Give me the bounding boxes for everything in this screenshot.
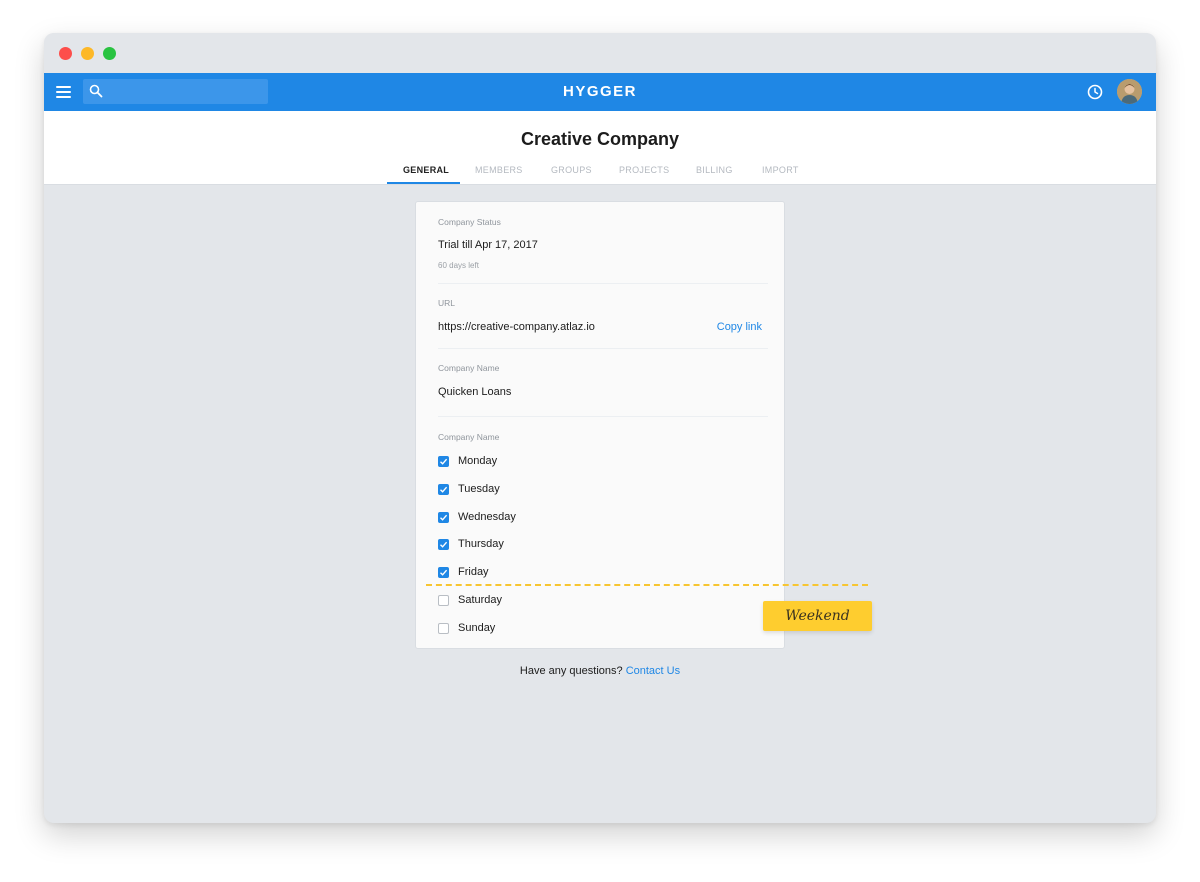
day-label: Thursday: [458, 538, 504, 550]
top-navigation-bar: HYGGER: [44, 73, 1156, 111]
status-label: Company Status: [438, 217, 501, 227]
company-name-label: Company Name: [438, 363, 500, 373]
company-url: https://creative-company.atlaz.io: [438, 321, 595, 333]
day-label: Tuesday: [458, 483, 500, 495]
day-label: Wednesday: [458, 511, 516, 523]
minimize-window-button[interactable]: [81, 47, 94, 60]
day-label: Friday: [458, 566, 489, 578]
brand-logo: HYGGER: [562, 83, 637, 100]
tab-groups[interactable]: GROUPS: [551, 165, 592, 175]
status-value: Trial till Apr 17, 2017: [438, 239, 538, 251]
days-left-text: 60 days left: [438, 261, 479, 270]
url-label: URL: [438, 298, 456, 308]
maximize-window-button[interactable]: [103, 47, 116, 60]
divider: [438, 416, 768, 417]
help-footer: Have any questions? Contact Us: [44, 665, 1156, 677]
copy-link-button[interactable]: Copy link: [717, 321, 762, 333]
avatar[interactable]: [1117, 79, 1142, 104]
day-label: Saturday: [458, 594, 503, 606]
checkbox-unchecked[interactable]: [438, 595, 449, 606]
help-question: Have any questions?: [519, 665, 623, 677]
day-label: Monday: [458, 455, 498, 467]
page-title: Creative Company: [520, 129, 680, 149]
checkbox-checked[interactable]: [438, 456, 449, 467]
divider: [438, 348, 768, 349]
weekend-annotation: Weekend: [763, 601, 872, 631]
active-tab-indicator: [387, 182, 460, 184]
day-label: Sunday: [458, 622, 496, 634]
settings-tabs: GENERAL MEMBERS GROUPS PROJECTS BILLING …: [44, 158, 1156, 184]
checkbox-checked[interactable]: [438, 567, 449, 578]
checkbox-checked[interactable]: [438, 539, 449, 550]
tab-general[interactable]: GENERAL: [403, 165, 449, 175]
tab-billing[interactable]: BILLING: [696, 165, 733, 175]
company-settings-card: Company Status Trial till Apr 17, 2017 6…: [415, 201, 785, 649]
page-header: Creative Company GENERAL MEMBERS GROUPS …: [44, 111, 1156, 185]
divider: [438, 283, 768, 284]
checkbox-checked[interactable]: [438, 484, 449, 495]
checkbox-checked[interactable]: [438, 512, 449, 523]
app-window: HYGGER Creative Company GENERAL MEMBERS …: [44, 33, 1156, 823]
tab-projects[interactable]: PROJECTS: [619, 165, 669, 175]
tab-members[interactable]: MEMBERS: [475, 165, 523, 175]
checkbox-unchecked[interactable]: [438, 623, 449, 634]
clock-icon[interactable]: [1086, 83, 1104, 101]
company-name-value[interactable]: Quicken Loans: [438, 386, 511, 398]
workdays-label: Company Name: [438, 432, 500, 442]
window-titlebar: [44, 33, 1156, 73]
close-window-button[interactable]: [59, 47, 72, 60]
contact-us-link[interactable]: Contact Us: [626, 665, 680, 677]
tab-import[interactable]: IMPORT: [762, 165, 799, 175]
weekend-separator-line: [426, 584, 868, 586]
